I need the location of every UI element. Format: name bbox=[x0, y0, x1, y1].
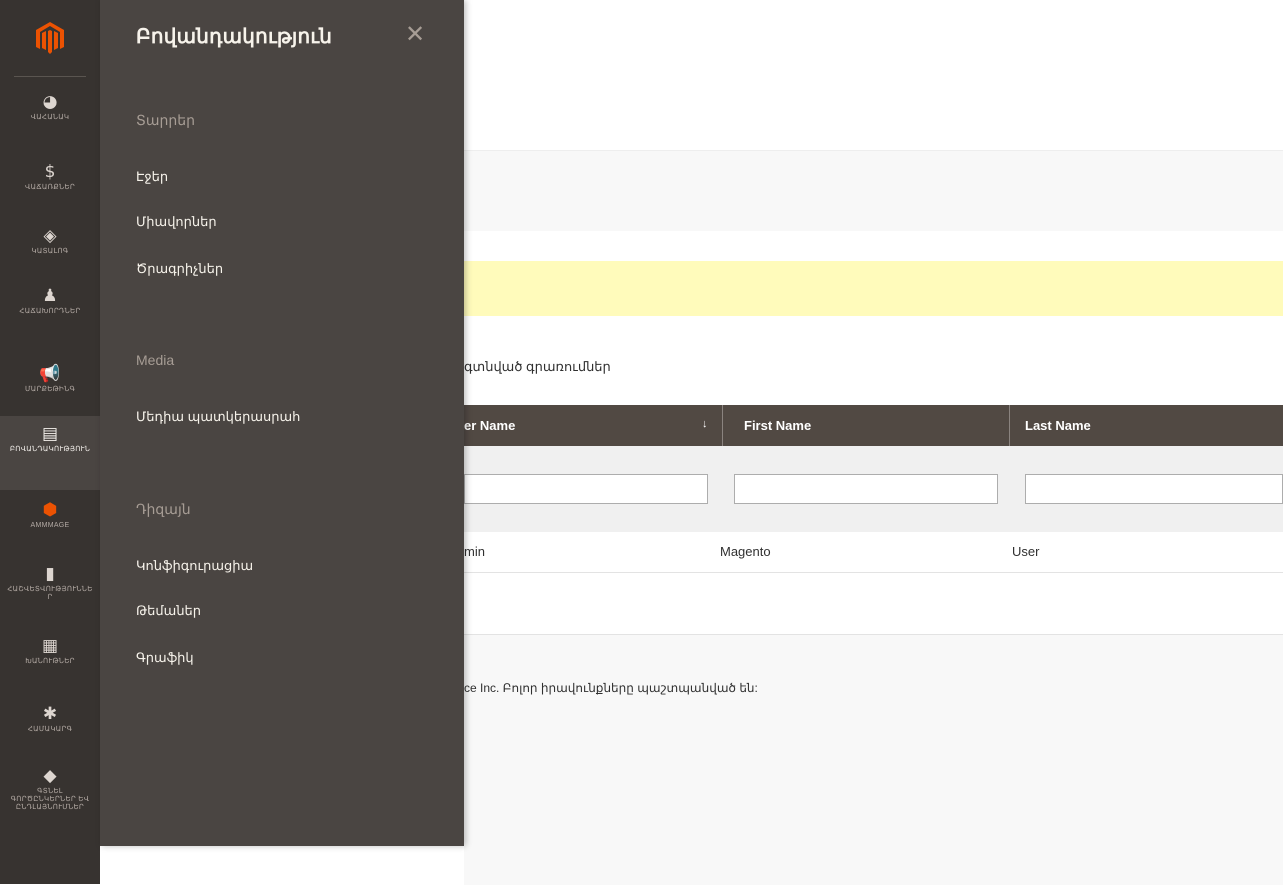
menu-item-configuration[interactable]: Կոնֆիգուրացիա bbox=[136, 558, 253, 574]
gear-icon: ✱ bbox=[42, 704, 58, 724]
copyright-text: ce Inc. Բոլոր իրավունքները պաշտպանված են… bbox=[464, 681, 758, 695]
filter-first-name-input[interactable] bbox=[734, 474, 998, 504]
dashboard-icon: ◕ bbox=[42, 92, 58, 112]
rail-item-label: ՀԱՇՎԵՏՎՈՒԹՅՈՒՆՆԵՐ bbox=[7, 586, 93, 601]
footer-area bbox=[464, 634, 1283, 885]
rail-item-label: ԳՏՆԵԼ ԳՈՐԾԸՆԿԵՐՆԵՐ ԵՎ ԸՆԴԼԱՅՆՈՒՄՆԵՐ bbox=[10, 788, 90, 811]
magento-logo-icon bbox=[36, 22, 64, 54]
rail-item-label: ԿԱՏԱԼՈԳ bbox=[31, 248, 69, 255]
rail-item-sales[interactable]: $ ՎԱՃԱՌՔՆԵՐ bbox=[0, 162, 100, 218]
rail-item-label: ԽԱՆՈՒԹՆԵՐ bbox=[25, 658, 75, 665]
filter-last-name-input[interactable] bbox=[1025, 474, 1283, 504]
rail-item-catalog[interactable]: ◈ ԿԱՏԱԼՈԳ bbox=[0, 226, 100, 274]
column-header-user-name[interactable]: er Name bbox=[464, 405, 515, 446]
content-flyout-menu: Բովանդակություն ✕ Տարրեր Էջեր Միավորներ … bbox=[100, 0, 464, 846]
rail-item-label: ՀԱՃԱԽՈՐԴՆԵՐ bbox=[19, 308, 81, 315]
megaphone-icon: 📢 bbox=[39, 364, 61, 384]
rail-item-partners[interactable]: ◆ ԳՏՆԵԼ ԳՈՐԾԸՆԿԵՐՆԵՐ ԵՎ ԸՆԴԼԱՅՆՈՒՄՆԵՐ bbox=[0, 766, 100, 866]
cell-first-name: Magento bbox=[720, 544, 771, 559]
rail-item-content[interactable]: ▤ ԲՈՎԱՆԴԱԿՈՒԹՅՈՒՆ bbox=[0, 416, 100, 490]
rail-item-customers[interactable]: ♟ ՀԱՃԱԽՈՐԴՆԵՐ bbox=[0, 286, 100, 352]
page-actions-bar bbox=[464, 150, 1283, 231]
rail-item-label: ՄԱՐՔԵԹԻՆԳ bbox=[24, 386, 76, 393]
menu-item-blocks[interactable]: Միավորներ bbox=[136, 214, 217, 230]
rail-item-label: ԲՈՎԱՆԴԱԿՈՒԹՅՈՒՆ bbox=[9, 446, 91, 453]
logo-divider bbox=[14, 76, 86, 77]
section-heading-elements: Տարրեր bbox=[136, 112, 196, 128]
section-heading-design: Դիզայն bbox=[136, 501, 191, 517]
filter-user-name-input[interactable] bbox=[464, 474, 708, 504]
rail-item-label: ՀԱՄԱԿԱՐԳ bbox=[27, 726, 73, 733]
column-divider bbox=[722, 405, 723, 446]
menu-item-themes[interactable]: Թեմաներ bbox=[136, 603, 201, 619]
records-found: գտնված գրառումներ bbox=[464, 359, 611, 374]
rail-item-system[interactable]: ✱ ՀԱՄԱԿԱՐԳ bbox=[0, 704, 100, 748]
cell-user-name: min bbox=[464, 544, 485, 559]
extensions-icon: ◆ bbox=[43, 766, 57, 786]
menu-item-widgets[interactable]: Ծրագրիչներ bbox=[136, 261, 223, 277]
magento-icon: ⬢ bbox=[42, 500, 58, 520]
close-icon[interactable]: ✕ bbox=[405, 20, 425, 48]
rail-item-stores[interactable]: ▦ ԽԱՆՈՒԹՆԵՐ bbox=[0, 636, 100, 684]
box-icon: ◈ bbox=[43, 226, 57, 246]
menu-item-schedule[interactable]: Գրաֆիկ bbox=[136, 650, 194, 666]
rail-item-label: AMMMAGE bbox=[30, 522, 70, 529]
rail-item-label: ՎԱՃԱՌՔՆԵՐ bbox=[25, 184, 75, 191]
rail-item-dashboard[interactable]: ◕ ՎԱՀԱՆԱԿ bbox=[0, 92, 100, 154]
rail-item-ammage[interactable]: ⬢ AMMMAGE bbox=[0, 500, 100, 544]
grid-header: er Name ↓ First Name Last Name bbox=[464, 405, 1283, 446]
menu-item-pages[interactable]: Էջեր bbox=[136, 169, 168, 185]
grid-filter-row bbox=[464, 446, 1283, 532]
flyout-title: Բովանդակություն bbox=[136, 26, 333, 48]
content-icon: ▤ bbox=[41, 424, 59, 444]
person-icon: ♟ bbox=[42, 286, 58, 306]
bar-chart-icon: ▮ bbox=[45, 564, 55, 584]
section-heading-media: Media bbox=[136, 352, 175, 368]
rail-item-label: ՎԱՀԱՆԱԿ bbox=[30, 114, 70, 121]
magento-logo[interactable] bbox=[0, 0, 100, 76]
table-row[interactable]: min Magento User bbox=[464, 532, 1283, 573]
rail-item-reports[interactable]: ▮ ՀԱՇՎԵՏՎՈՒԹՅՈՒՆՆԵՐ bbox=[0, 564, 100, 624]
admin-nav-rail: ◕ ՎԱՀԱՆԱԿ $ ՎԱՃԱՌՔՆԵՐ ◈ ԿԱՏԱԼՈԳ ♟ ՀԱՃԱԽՈ… bbox=[0, 0, 100, 884]
store-icon: ▦ bbox=[41, 636, 59, 656]
cell-last-name: User bbox=[1012, 544, 1040, 559]
column-header-last-name[interactable]: Last Name bbox=[1025, 405, 1091, 446]
menu-item-media-gallery[interactable]: Մեդիա պատկերասրահ bbox=[136, 409, 300, 425]
notice-message bbox=[464, 261, 1283, 316]
column-divider bbox=[1009, 405, 1010, 446]
rail-item-marketing[interactable]: 📢 ՄԱՐՔԵԹԻՆԳ bbox=[0, 364, 100, 408]
column-header-first-name[interactable]: First Name bbox=[744, 405, 811, 446]
dollar-icon: $ bbox=[44, 162, 56, 182]
sort-arrow-icon: ↓ bbox=[702, 418, 708, 430]
